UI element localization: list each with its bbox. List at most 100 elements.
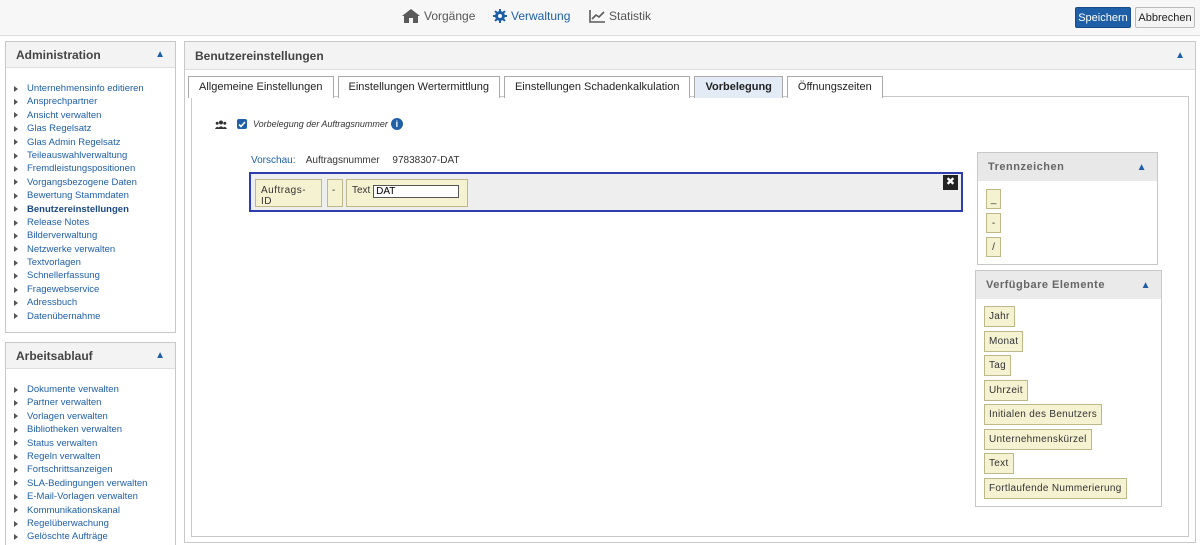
builder-chip-text[interactable]: Text: [346, 179, 468, 207]
sidebar-item-geloeschte-auftraege[interactable]: Gelöschte Aufträge: [14, 530, 175, 543]
element-chip-initialen-des-benutzers[interactable]: Initialen des Benutzers: [984, 404, 1103, 425]
element-chip-unternehmenskuerzel[interactable]: Unternehmenskürzel: [984, 428, 1092, 450]
builder-chip-separator[interactable]: -: [327, 179, 343, 207]
bullet-icon: [14, 493, 18, 500]
chip-label: -: [332, 185, 336, 196]
menu-item-label: Release Notes: [27, 216, 90, 228]
sidebar-item-fremdleistungspositionen[interactable]: Fremdleistungspositionen: [14, 162, 175, 175]
collapse-icon[interactable]: ▲: [155, 49, 165, 60]
nav-verwaltung[interactable]: Verwaltung: [493, 9, 570, 23]
info-icon[interactable]: i: [390, 118, 403, 130]
option-row: Vorbelegung der Auftragsnummer i: [215, 118, 403, 130]
sidebar-item-teileauswahlverwaltung[interactable]: Teileauswahlverwaltung: [14, 149, 175, 162]
chip-label: Text: [352, 185, 371, 196]
collapse-icon[interactable]: ▲: [1175, 50, 1185, 61]
available-elements-panel: Verfügbare Elemente ▲ Jahr Monat Tag Uhrzei…: [975, 270, 1162, 507]
page-title: Benutzereinstellungen: [195, 48, 324, 63]
collapse-icon[interactable]: ▲: [155, 350, 165, 361]
nav-vorgaenge[interactable]: Vorgänge: [402, 9, 475, 23]
element-chip-uhrzeit[interactable]: Uhrzeit: [984, 379, 1028, 401]
cancel-button[interactable]: Abbrechen: [1135, 7, 1195, 28]
nav-statistik[interactable]: Statistik: [589, 9, 651, 23]
sidebar-item-dokumente-verwalten[interactable]: Dokumente verwalten: [14, 383, 175, 396]
clear-builder-close-icon[interactable]: ✖: [943, 175, 958, 190]
collapse-icon[interactable]: ▲: [1137, 162, 1147, 173]
sidebar-item-datenuebernahme[interactable]: Datenübernahme: [14, 310, 175, 323]
collapse-icon[interactable]: ▲: [1141, 280, 1151, 291]
separator-chip[interactable]: _: [986, 189, 1001, 209]
bullet-icon: [14, 286, 18, 293]
sidebar-item-regeln-verwalten[interactable]: Regeln verwalten: [14, 450, 175, 463]
bullet-icon: [14, 453, 18, 460]
number-builder-dropzone[interactable]: Auftrags-ID - Text ✖: [249, 172, 963, 212]
bullet-icon: [14, 313, 18, 320]
sidebar-item-bewertung-stammdaten[interactable]: Bewertung Stammdaten: [14, 189, 175, 202]
tab-einstellungen-schadenkalkulation[interactable]: Einstellungen Schadenkalkulation: [503, 76, 691, 98]
builder-text-input[interactable]: [373, 185, 460, 198]
chart-icon: [589, 9, 605, 23]
menu-item-label: Vorlagen verwalten: [27, 410, 108, 422]
element-chip-tag[interactable]: Tag: [984, 355, 1012, 376]
bullet-icon: [14, 400, 18, 407]
sidebar-item-vorlagen-verwalten[interactable]: Vorlagen verwalten: [14, 410, 175, 423]
sidebar-item-e-mail-vorlagen-verwalten[interactable]: E-Mail-Vorlagen verwalten: [14, 490, 175, 503]
sidebar-item-textvorlagen[interactable]: Textvorlagen: [14, 256, 175, 269]
menu-item-label: Teileauswahlverwaltung: [27, 149, 128, 161]
sidebar-item-schnellerfassung[interactable]: Schnellerfassung: [14, 269, 175, 282]
element-chip-monat[interactable]: Monat: [984, 330, 1024, 352]
gear-icon: [493, 9, 507, 23]
bullet-icon: [14, 480, 18, 487]
prefill-option-label: Vorbelegung der Auftragsnummer: [253, 119, 388, 129]
menu-item-label: Vorgangsbezogene Daten: [27, 176, 137, 188]
menu-item-label: Regelüberwachung: [27, 517, 109, 529]
sidebar-item-release-notes[interactable]: Release Notes: [14, 216, 175, 229]
tab-vorbelegung[interactable]: Vorbelegung: [694, 76, 783, 98]
sidebar-item-vorgangsbezogene-daten[interactable]: Vorgangsbezogene Daten: [14, 176, 175, 189]
sidebar-item-netzwerke-verwalten[interactable]: Netzwerke verwalten: [14, 243, 175, 256]
sidebar-item-unternehmensinfo-editieren[interactable]: Unternehmensinfo editieren: [14, 82, 175, 95]
sidebar-item-kommunikationskanal[interactable]: Kommunikationskanal: [14, 504, 175, 517]
prefill-checkbox[interactable]: [237, 119, 247, 129]
element-chip-text[interactable]: Text: [984, 453, 1014, 474]
bullet-icon: [14, 166, 18, 173]
bullet-icon: [14, 273, 18, 280]
sidebar-item-fragewebservice[interactable]: Fragewebservice: [14, 283, 175, 296]
workflow-menu: Dokumente verwalten Partner verwalten Vorl…: [6, 369, 175, 544]
sidebar-item-ansprechpartner[interactable]: Ansprechpartner: [14, 95, 175, 108]
tab-oeffnungszeiten[interactable]: Öffnungszeiten: [786, 76, 883, 98]
sidebar-item-glas-regelsatz[interactable]: Glas Regelsatz: [14, 122, 175, 135]
sidebar-item-status-verwalten[interactable]: Status verwalten: [14, 437, 175, 450]
sidebar-item-sla-bedingungen-verwalten[interactable]: SLA-Bedingungen verwalten: [14, 477, 175, 490]
menu-item-label: Benutzereinstellungen: [27, 203, 129, 215]
menu-item-label: Status verwalten: [27, 437, 98, 449]
bullet-icon: [14, 507, 18, 514]
sidebar-item-partner-verwalten[interactable]: Partner verwalten: [14, 396, 175, 409]
sidebar-item-bilderverwaltung[interactable]: Bilderverwaltung: [14, 229, 175, 242]
menu-item-label: Bilderverwaltung: [27, 230, 98, 242]
sidebar-item-glas-admin-regelsatz[interactable]: Glas Admin Regelsatz: [14, 136, 175, 149]
bullet-icon: [14, 219, 18, 226]
menu-item-label: Datenübernahme: [27, 310, 101, 322]
preview-label: Vorschau:: [251, 155, 296, 166]
sidebar-item-fortschrittsanzeigen[interactable]: Fortschrittsanzeigen: [14, 463, 175, 476]
element-chip-jahr[interactable]: Jahr: [984, 306, 1015, 327]
separator-chip[interactable]: /: [986, 237, 1001, 257]
sidebar-item-regelueberwachung[interactable]: Regelüberwachung: [14, 517, 175, 530]
separators-panel: Trennzeichen ▲ _ - /: [977, 152, 1158, 265]
tab-allgemeine-einstellungen[interactable]: Allgemeine Einstellungen: [188, 76, 334, 98]
sidebar-item-ansicht-verwalten[interactable]: Ansicht verwalten: [14, 109, 175, 122]
separator-chip[interactable]: -: [986, 213, 1001, 233]
sidebar-item-benutzereinstellungen[interactable]: Benutzereinstellungen: [14, 203, 175, 216]
bullet-icon: [14, 139, 18, 146]
sidebar-item-bibliotheken-verwalten[interactable]: Bibliotheken verwalten: [14, 423, 175, 436]
main-panel-header: Benutzereinstellungen ▲: [185, 42, 1195, 70]
save-button[interactable]: Speichern: [1075, 7, 1131, 28]
separators-title: Trennzeichen: [988, 161, 1065, 173]
menu-item-label: Adressbuch: [27, 297, 78, 309]
menu-item-label: Fragewebservice: [27, 283, 100, 295]
workflow-panel-title: Arbeitsablauf: [16, 348, 93, 363]
element-chip-fortlaufende-nummerierung[interactable]: Fortlaufende Nummerierung: [984, 477, 1127, 499]
tab-einstellungen-wertermittlung[interactable]: Einstellungen Wertermittlung: [337, 76, 500, 98]
builder-chip-auftrags-id[interactable]: Auftrags-ID: [255, 179, 322, 207]
sidebar-item-adressbuch[interactable]: Adressbuch: [14, 296, 175, 309]
